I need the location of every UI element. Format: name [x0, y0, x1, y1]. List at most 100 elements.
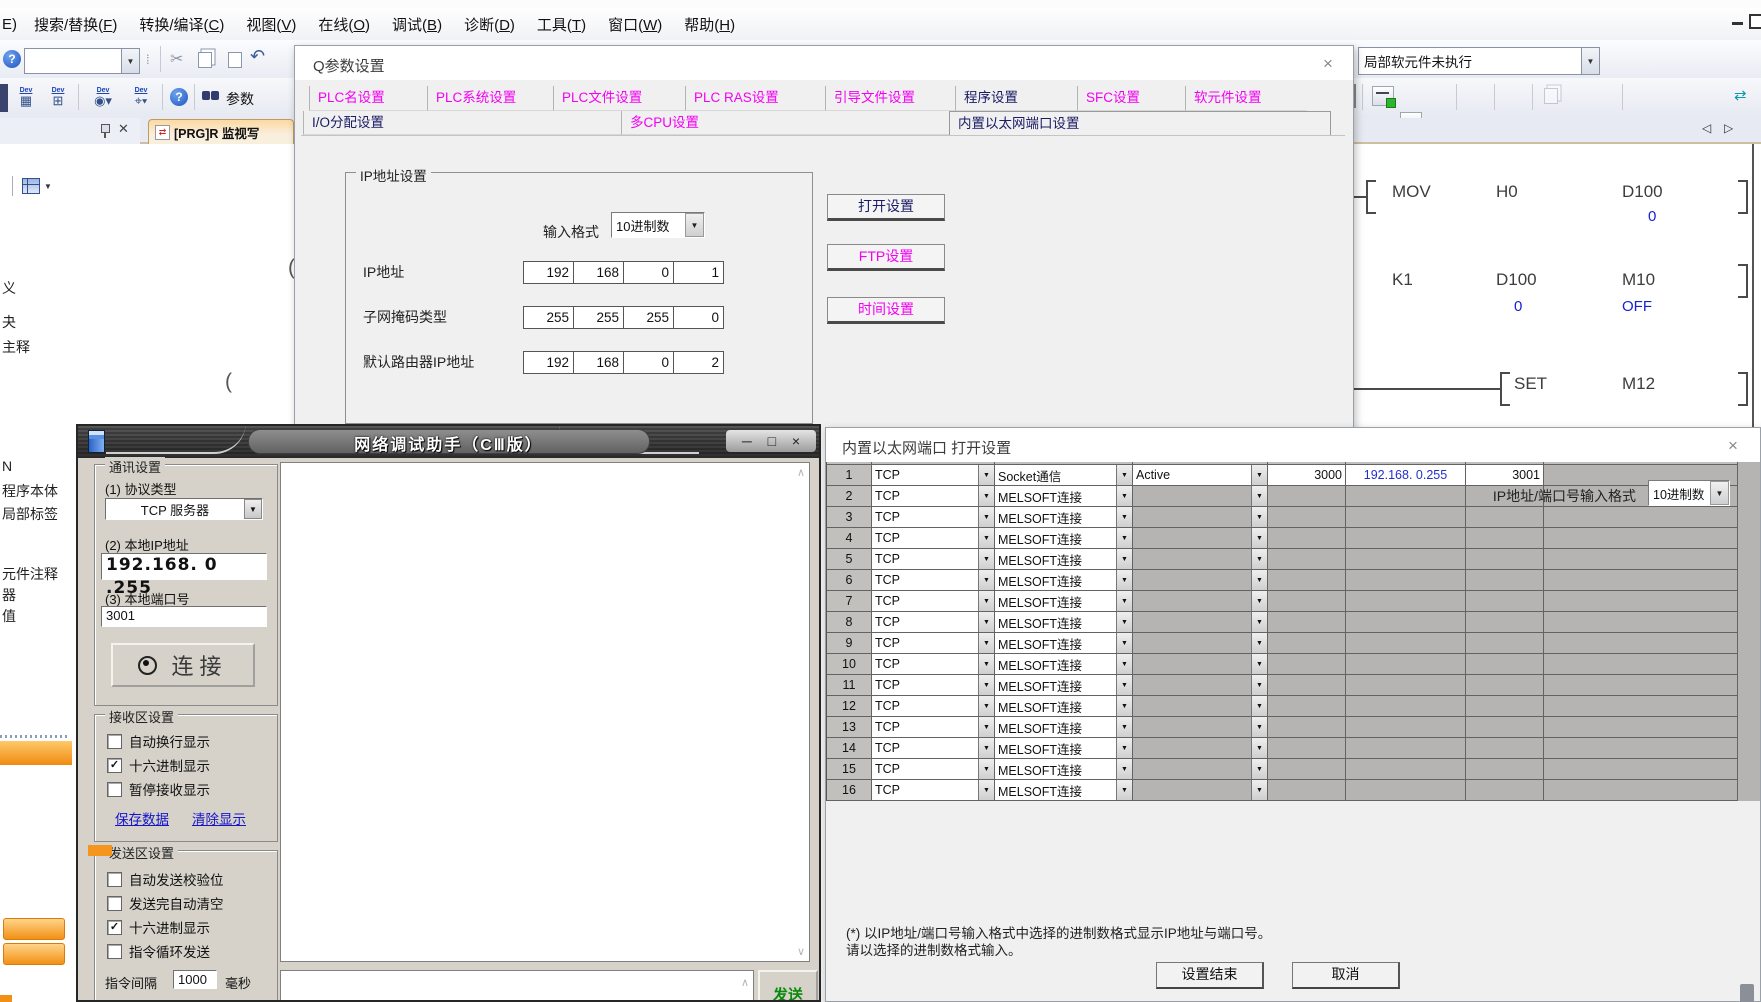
scroll-up-icon[interactable]: ∧ — [741, 976, 749, 989]
chevron-down-icon[interactable]: ▼ — [1251, 528, 1267, 548]
chevron-down-icon[interactable]: ▼ — [978, 759, 994, 779]
protocol-dropdown[interactable]: TCP▼ — [872, 696, 995, 717]
protocol-dropdown[interactable]: TCP▼ — [872, 738, 995, 759]
protocol-type-combobox[interactable]: TCP 服务器 ▼ — [105, 498, 263, 520]
ip-octet-field[interactable]: 192 — [523, 351, 574, 374]
save-data-link[interactable]: 保存数据 — [115, 808, 169, 828]
chevron-down-icon[interactable]: ▼ — [1251, 465, 1267, 485]
ladder-op[interactable]: SET — [1514, 374, 1547, 394]
protocol-dropdown[interactable]: TCP▼ — [872, 780, 995, 801]
menu-item-W[interactable]: 窗口(W) — [597, 14, 673, 35]
tab-PLC文件设置[interactable]: PLC文件设置 — [553, 86, 685, 111]
device-monitor-icon[interactable]: Dev◉▾ — [86, 82, 120, 112]
undo-icon[interactable]: ↶ — [250, 46, 265, 67]
ip-octet-field[interactable]: 168 — [573, 351, 624, 374]
ip-octet-field[interactable]: 0 — [623, 351, 674, 374]
protocol-dropdown[interactable]: TCP▼ — [872, 759, 995, 780]
tree-label-fragment[interactable]: 夬 — [2, 312, 16, 332]
copy-icon[interactable] — [198, 52, 212, 68]
chevron-down-icon[interactable]: ▼ — [1251, 486, 1267, 506]
tab-PLC系统设置[interactable]: PLC系统设置 — [427, 86, 553, 111]
chevron-down-icon[interactable]: ▼ — [1251, 738, 1267, 758]
chevron-down-icon[interactable]: ▼ — [978, 717, 994, 737]
tab-多CPU设置[interactable]: 多CPU设置 — [621, 111, 949, 135]
local-port-input[interactable]: 3001 — [101, 606, 267, 627]
open-method-dropdown[interactable]: MELSOFT连接▼ — [995, 570, 1133, 591]
tree-item[interactable]: 器 — [2, 585, 16, 605]
open-method-dropdown[interactable]: MELSOFT连接▼ — [995, 612, 1133, 633]
checkbox[interactable]: ✓ — [107, 920, 122, 935]
help-icon[interactable]: ? — [170, 88, 188, 106]
ip-octet-field[interactable]: 192 — [523, 261, 574, 284]
ladder-operand[interactable]: K1 — [1392, 270, 1413, 290]
open-method-dropdown[interactable]: MELSOFT连接▼ — [995, 675, 1133, 696]
tree-item-local-label[interactable]: 局部标签 — [2, 504, 58, 524]
ladder-operand[interactable]: H0 — [1496, 182, 1518, 202]
interval-input[interactable]: 1000 — [173, 970, 217, 989]
chevron-down-icon[interactable]: ▼ — [978, 654, 994, 674]
close-icon[interactable]: × — [1323, 54, 1333, 74]
chevron-down-icon[interactable]: ▼ — [1116, 570, 1132, 590]
chevron-down-icon[interactable]: ▼ — [1116, 780, 1132, 800]
maximize-icon[interactable]: □ — [768, 433, 776, 449]
ladder-operand[interactable]: M12 — [1622, 374, 1655, 394]
ladder-op[interactable]: MOV — [1392, 182, 1431, 202]
checkbox[interactable] — [107, 944, 122, 959]
checkbox[interactable] — [107, 734, 122, 749]
minimize-icon[interactable] — [1732, 22, 1743, 25]
open-method-dropdown[interactable]: MELSOFT连接▼ — [995, 633, 1133, 654]
chevron-down-icon[interactable]: ▼ — [1251, 759, 1267, 779]
ip-octet-field[interactable]: 255 — [623, 306, 674, 329]
chevron-down-icon[interactable]: ▼ — [121, 49, 139, 73]
chevron-down-icon[interactable]: ▼ — [978, 696, 994, 716]
chevron-down-icon[interactable]: ▼ — [1116, 696, 1132, 716]
tree-item-program-body[interactable]: 程序本体 — [2, 481, 58, 501]
open-method-dropdown[interactable]: MELSOFT连接▼ — [995, 738, 1133, 759]
open-method-dropdown[interactable]: MELSOFT连接▼ — [995, 528, 1133, 549]
chevron-down-icon[interactable]: ▼ — [1581, 48, 1599, 74]
receive-display-area[interactable]: ∧ ∨ — [280, 462, 810, 962]
chevron-down-icon[interactable]: ▼ — [1116, 717, 1132, 737]
ladder-operand[interactable]: M10 — [1622, 270, 1655, 290]
panel-grid-icon[interactable] — [22, 178, 40, 194]
chevron-down-icon[interactable]: ▼ — [978, 528, 994, 548]
tab-scroll-left-icon[interactable]: ◁ — [1702, 121, 1711, 135]
chevron-down-icon[interactable]: ▼ — [1251, 780, 1267, 800]
checkbox[interactable]: ✓ — [107, 758, 122, 773]
时间设置-button[interactable]: 时间设置 — [827, 297, 945, 324]
paste-icon[interactable] — [228, 52, 242, 68]
menu-item-V[interactable]: 视图(V) — [235, 14, 307, 35]
tree-item[interactable]: N — [2, 458, 12, 474]
panel-button-bar[interactable] — [3, 918, 65, 940]
target-port-cell[interactable]: 3001 — [1466, 465, 1544, 486]
host-port-cell[interactable]: 3000 — [1268, 465, 1346, 486]
tcp-mode-dropdown[interactable]: Active▼ — [1133, 465, 1268, 486]
chevron-down-icon[interactable]: ▼ — [1116, 591, 1132, 611]
chevron-down-icon[interactable]: ▼ — [1116, 759, 1132, 779]
tab-I/O分配设置[interactable]: I/O分配设置 — [303, 111, 621, 135]
edit-ladder-icon[interactable] — [1372, 86, 1394, 106]
restore-icon[interactable] — [1749, 14, 1761, 29]
protocol-dropdown[interactable]: TCP▼ — [872, 549, 995, 570]
tree-item-device-comment[interactable]: 元件注释 — [2, 564, 58, 584]
protocol-dropdown[interactable]: TCP▼ — [872, 465, 995, 486]
chevron-down-icon[interactable]: ▼ — [1251, 654, 1267, 674]
chevron-down-icon[interactable]: ▼ — [1116, 528, 1132, 548]
chevron-down-icon[interactable]: ▼ — [1116, 738, 1132, 758]
tab-内置以太网端口设置[interactable]: 内置以太网端口设置 — [949, 111, 1331, 135]
protocol-dropdown[interactable]: TCP▼ — [872, 591, 995, 612]
scroll-up-icon[interactable]: ∧ — [797, 466, 805, 479]
panel-button-bar[interactable] — [3, 943, 65, 965]
find-icon[interactable] — [202, 91, 219, 100]
chevron-down-icon[interactable]: ▼ — [978, 633, 994, 653]
tab-引导文件设置[interactable]: 引导文件设置 — [825, 86, 955, 111]
protocol-dropdown[interactable]: TCP▼ — [872, 654, 995, 675]
local-ip-input[interactable]: 192.168. 0 .255 — [101, 553, 267, 580]
ip-octet-field[interactable]: 1 — [673, 261, 724, 284]
tree-item[interactable]: 值 — [2, 606, 16, 626]
open-method-dropdown[interactable]: MELSOFT连接▼ — [995, 486, 1133, 507]
protocol-dropdown[interactable]: TCP▼ — [872, 612, 995, 633]
open-method-dropdown[interactable]: MELSOFT连接▼ — [995, 780, 1133, 801]
chevron-down-icon[interactable]: ▼ — [978, 675, 994, 695]
network-transfer-icon[interactable]: ⇄ — [1734, 86, 1747, 104]
